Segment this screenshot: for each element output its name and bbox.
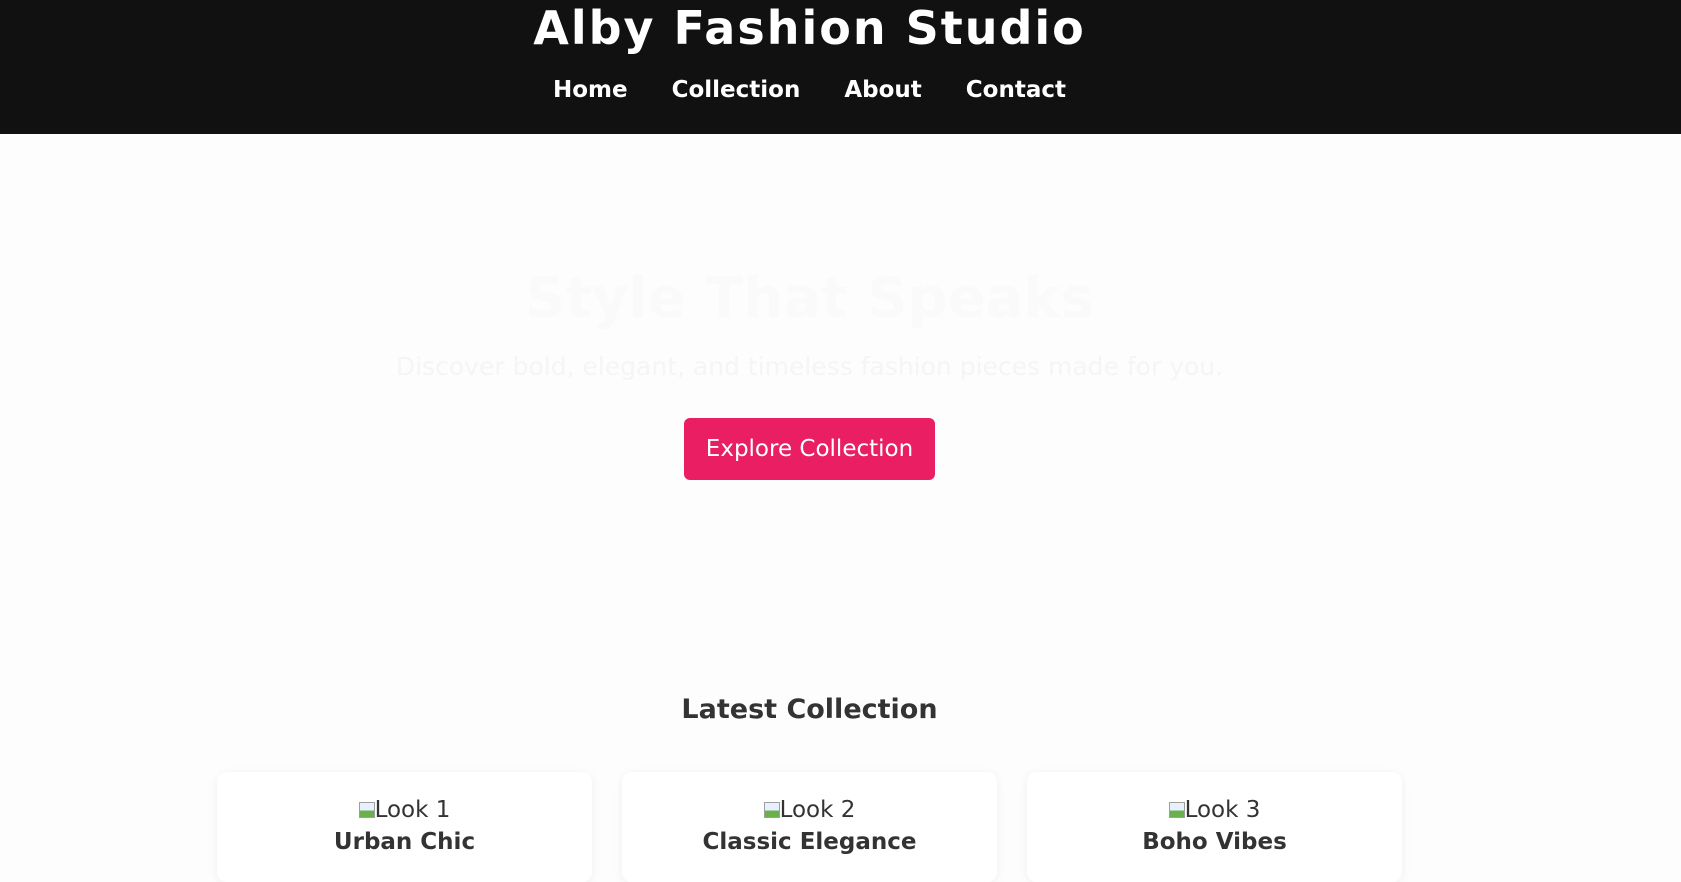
hero-title: Style That Speaks [524, 266, 1095, 331]
site-title: Alby Fashion Studio [533, 1, 1086, 55]
card-image: Look 1 [217, 794, 592, 826]
broken-image-icon [358, 802, 375, 818]
nav-link-collection[interactable]: Collection [672, 70, 801, 110]
collection-card[interactable]: Look 2 Classic Elegance [622, 772, 997, 882]
card-title: Classic Elegance [702, 829, 917, 855]
hero-section: Style That Speaks Discover bold, elegant… [0, 134, 1681, 654]
collection-heading: Latest Collection [681, 694, 938, 725]
site-header: Alby Fashion Studio Home Collection Abou… [0, 0, 1681, 134]
card-title: Boho Vibes [1142, 829, 1287, 855]
card-image: Look 2 [622, 794, 997, 826]
broken-image-icon [1168, 802, 1185, 818]
card-image-alt: Look 2 [779, 797, 856, 823]
nav-link-home[interactable]: Home [553, 70, 628, 110]
explore-collection-button[interactable]: Explore Collection [684, 418, 935, 480]
collection-card[interactable]: Look 1 Urban Chic [217, 772, 592, 882]
hero-subtitle: Discover bold, elegant, and timeless fas… [395, 352, 1224, 381]
card-image-alt: Look 3 [1184, 797, 1261, 823]
card-title: Urban Chic [333, 829, 476, 855]
card-image: Look 3 [1027, 794, 1402, 826]
main-nav: Home Collection About Contact [0, 70, 1619, 110]
broken-image-icon [763, 802, 780, 818]
nav-link-about[interactable]: About [844, 70, 921, 110]
collection-card[interactable]: Look 3 Boho Vibes [1027, 772, 1402, 882]
card-image-alt: Look 1 [374, 797, 451, 823]
nav-link-contact[interactable]: Contact [966, 70, 1066, 110]
